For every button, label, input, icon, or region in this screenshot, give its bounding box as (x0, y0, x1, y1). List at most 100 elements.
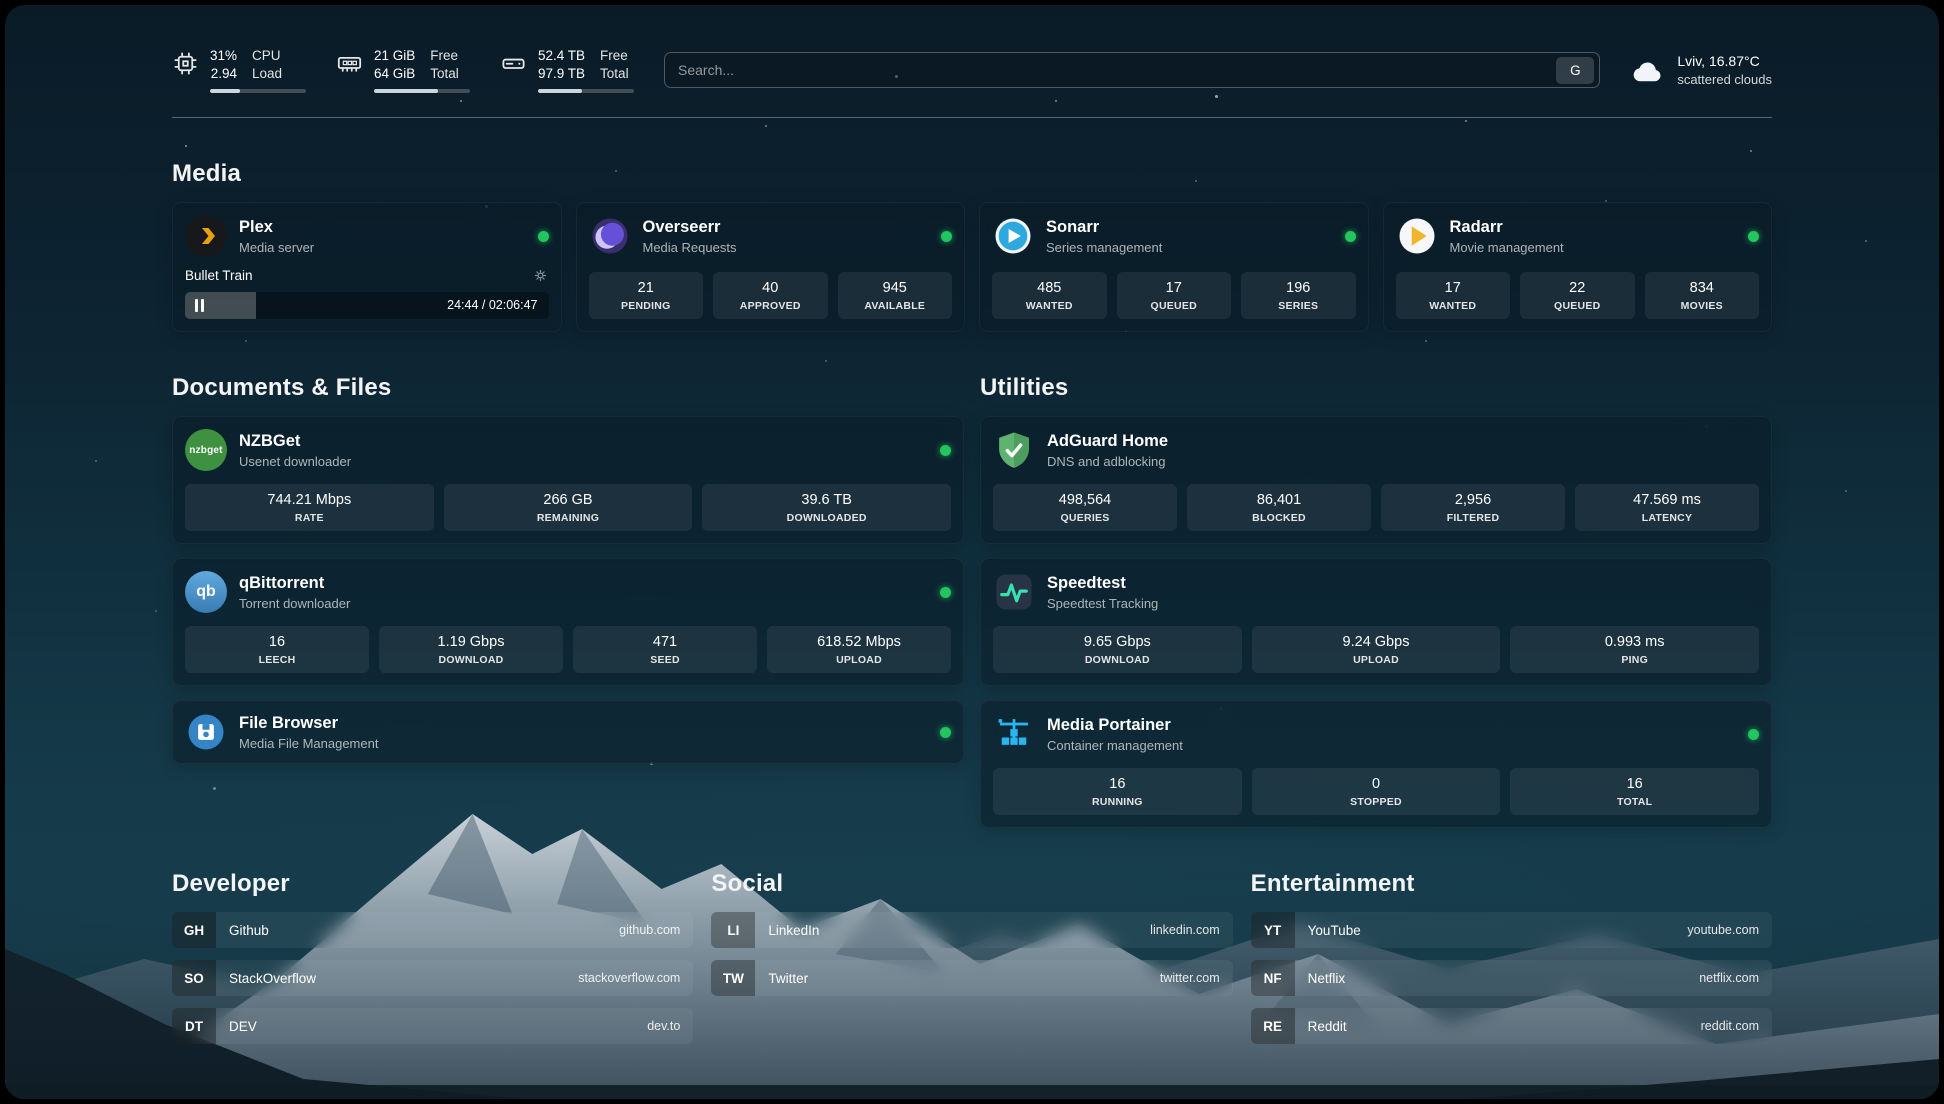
bookmark-abbr: YT (1251, 912, 1295, 948)
stat-value: 266 GB (448, 492, 689, 508)
app-name: NZBGet (239, 432, 351, 451)
stat-value: 16 (189, 634, 365, 650)
stat-label: RUNNING (997, 796, 1238, 808)
app-subtitle: Container management (1047, 738, 1183, 753)
bookmark-url: linkedin.com (1150, 923, 1219, 937)
bookmark-netflix[interactable]: NF Netflix netflix.com (1251, 960, 1772, 996)
cpu-chip-icon (172, 50, 199, 77)
bookmark-dev[interactable]: DT DEV dev.to (172, 1008, 693, 1044)
stat-label: FILTERED (1385, 512, 1561, 524)
dashboard-content: 31% 2.94 CPU Load (5, 5, 1939, 1099)
memory-widget: 21 GiB 64 GiB Free Total (336, 47, 470, 93)
app-subtitle: DNS and adblocking (1047, 454, 1168, 469)
app-subtitle: Usenet downloader (239, 454, 351, 469)
disk-widget: 52.4 TB 97.9 TB Free Total (500, 47, 634, 93)
adguard-card[interactable]: AdGuard Home DNS and adblocking 498,564 … (980, 416, 1772, 544)
sonarr-card[interactable]: Sonarr Series management 485 WANTED 17 Q… (979, 202, 1369, 332)
stat-value: 834 (1649, 280, 1756, 296)
stat-label: SEED (577, 654, 753, 666)
pause-icon (195, 299, 204, 312)
disk-total-label: Total (600, 65, 629, 83)
memory-free-label: Free (430, 47, 459, 65)
bookmark-twitter[interactable]: TW Twitter twitter.com (711, 960, 1232, 996)
bookmark-url: stackoverflow.com (578, 971, 680, 985)
filebrowser-card[interactable]: File Browser Media File Management (172, 700, 964, 764)
stat-label: QUERIES (997, 512, 1173, 524)
plex-icon (185, 215, 227, 257)
stat-box: 196 SERIES (1241, 272, 1356, 319)
weather-widget: Lviv, 16.87°C scattered clouds (1630, 52, 1772, 88)
top-bar: 31% 2.94 CPU Load (172, 41, 1772, 118)
radarr-icon (1396, 215, 1438, 257)
stat-label: LEECH (189, 654, 365, 666)
bookmark-github[interactable]: GH Github github.com (172, 912, 693, 948)
bookmark-url: netflix.com (1699, 971, 1759, 985)
stat-box: 21 PENDING (589, 272, 704, 319)
stat-value: 0 (1256, 776, 1497, 792)
bookmark-name: LinkedIn (768, 923, 819, 938)
cpu-load-value: 2.94 (211, 65, 237, 83)
portainer-card[interactable]: Media Portainer Container management 16 … (980, 700, 1772, 828)
bookmarks-developer: Developer GH Github github.com SO StackO… (172, 870, 693, 1056)
sonarr-icon (992, 215, 1034, 257)
stat-value: 744.21 Mbps (189, 492, 430, 508)
cpu-load-label: Load (252, 65, 282, 83)
section-title-entertainment: Entertainment (1251, 870, 1772, 898)
stat-box: 485 WANTED (992, 272, 1107, 319)
stat-label: DOWNLOADED (706, 512, 947, 524)
section-title-developer: Developer (172, 870, 693, 898)
disk-icon (500, 50, 527, 77)
stat-box: 2,956 FILTERED (1381, 484, 1565, 531)
stat-value: 945 (842, 280, 949, 296)
bookmark-name: Netflix (1308, 971, 1346, 986)
cpu-widget: 31% 2.94 CPU Load (172, 47, 306, 93)
stat-label: QUEUED (1524, 300, 1631, 312)
radarr-card[interactable]: Radarr Movie management 17 WANTED 22 QUE… (1383, 202, 1773, 332)
app-name: AdGuard Home (1047, 432, 1168, 451)
qbittorrent-icon: qb (185, 571, 227, 613)
overseerr-card[interactable]: Overseerr Media Requests 21 PENDING 40 A… (576, 202, 966, 332)
section-title-documents: Documents & Files (172, 374, 964, 402)
search-input[interactable] (678, 62, 1548, 78)
status-dot (1748, 231, 1759, 242)
stat-box: 744.21 Mbps RATE (185, 484, 434, 531)
stat-value: 471 (577, 634, 753, 650)
bookmark-url: dev.to (647, 1019, 680, 1033)
bookmark-stackoverflow[interactable]: SO StackOverflow stackoverflow.com (172, 960, 693, 996)
app-name: File Browser (239, 714, 378, 733)
cpu-usage-value: 31% (210, 47, 237, 65)
stat-box: 0 STOPPED (1252, 768, 1501, 815)
bookmark-reddit[interactable]: RE Reddit reddit.com (1251, 1008, 1772, 1044)
stat-box: 9.65 Gbps DOWNLOAD (993, 626, 1242, 673)
bookmark-name: DEV (229, 1019, 257, 1034)
speedtest-card[interactable]: Speedtest Speedtest Tracking 9.65 Gbps D… (980, 558, 1772, 686)
stat-label: APPROVED (717, 300, 824, 312)
qbittorrent-card[interactable]: qb qBittorrent Torrent downloader 16 LEE… (172, 558, 964, 686)
bookmark-name: StackOverflow (229, 971, 316, 986)
bookmark-linkedin[interactable]: LI LinkedIn linkedin.com (711, 912, 1232, 948)
bookmark-abbr: RE (1251, 1008, 1295, 1044)
stat-value: 485 (996, 280, 1103, 296)
qbittorrent-icon-text: qb (196, 583, 216, 601)
section-title-social: Social (711, 870, 1232, 898)
bookmark-abbr: DT (172, 1008, 216, 1044)
stat-label: WANTED (996, 300, 1103, 312)
stat-value: 2,956 (1385, 492, 1561, 508)
status-dot (940, 445, 951, 456)
gear-icon[interactable] (532, 267, 549, 284)
now-playing-title: Bullet Train (185, 268, 253, 283)
app-name: qBittorrent (239, 574, 350, 593)
bookmark-youtube[interactable]: YT YouTube youtube.com (1251, 912, 1772, 948)
status-dot (538, 231, 549, 242)
search-provider-button[interactable]: G (1556, 57, 1594, 84)
bookmark-url: youtube.com (1687, 923, 1759, 937)
bookmarks-entertainment: Entertainment YT YouTube youtube.com NF … (1251, 870, 1772, 1056)
stat-value: 9.65 Gbps (997, 634, 1238, 650)
stat-label: AVAILABLE (842, 300, 949, 312)
stat-box: 86,401 BLOCKED (1187, 484, 1371, 531)
nzbget-card[interactable]: nzbget NZBGet Usenet downloader 744.21 M… (172, 416, 964, 544)
speedtest-icon (993, 571, 1035, 613)
plex-card[interactable]: Plex Media server Bullet Train (172, 202, 562, 332)
stat-label: RATE (189, 512, 430, 524)
stat-box: 0.993 ms PING (1510, 626, 1759, 673)
